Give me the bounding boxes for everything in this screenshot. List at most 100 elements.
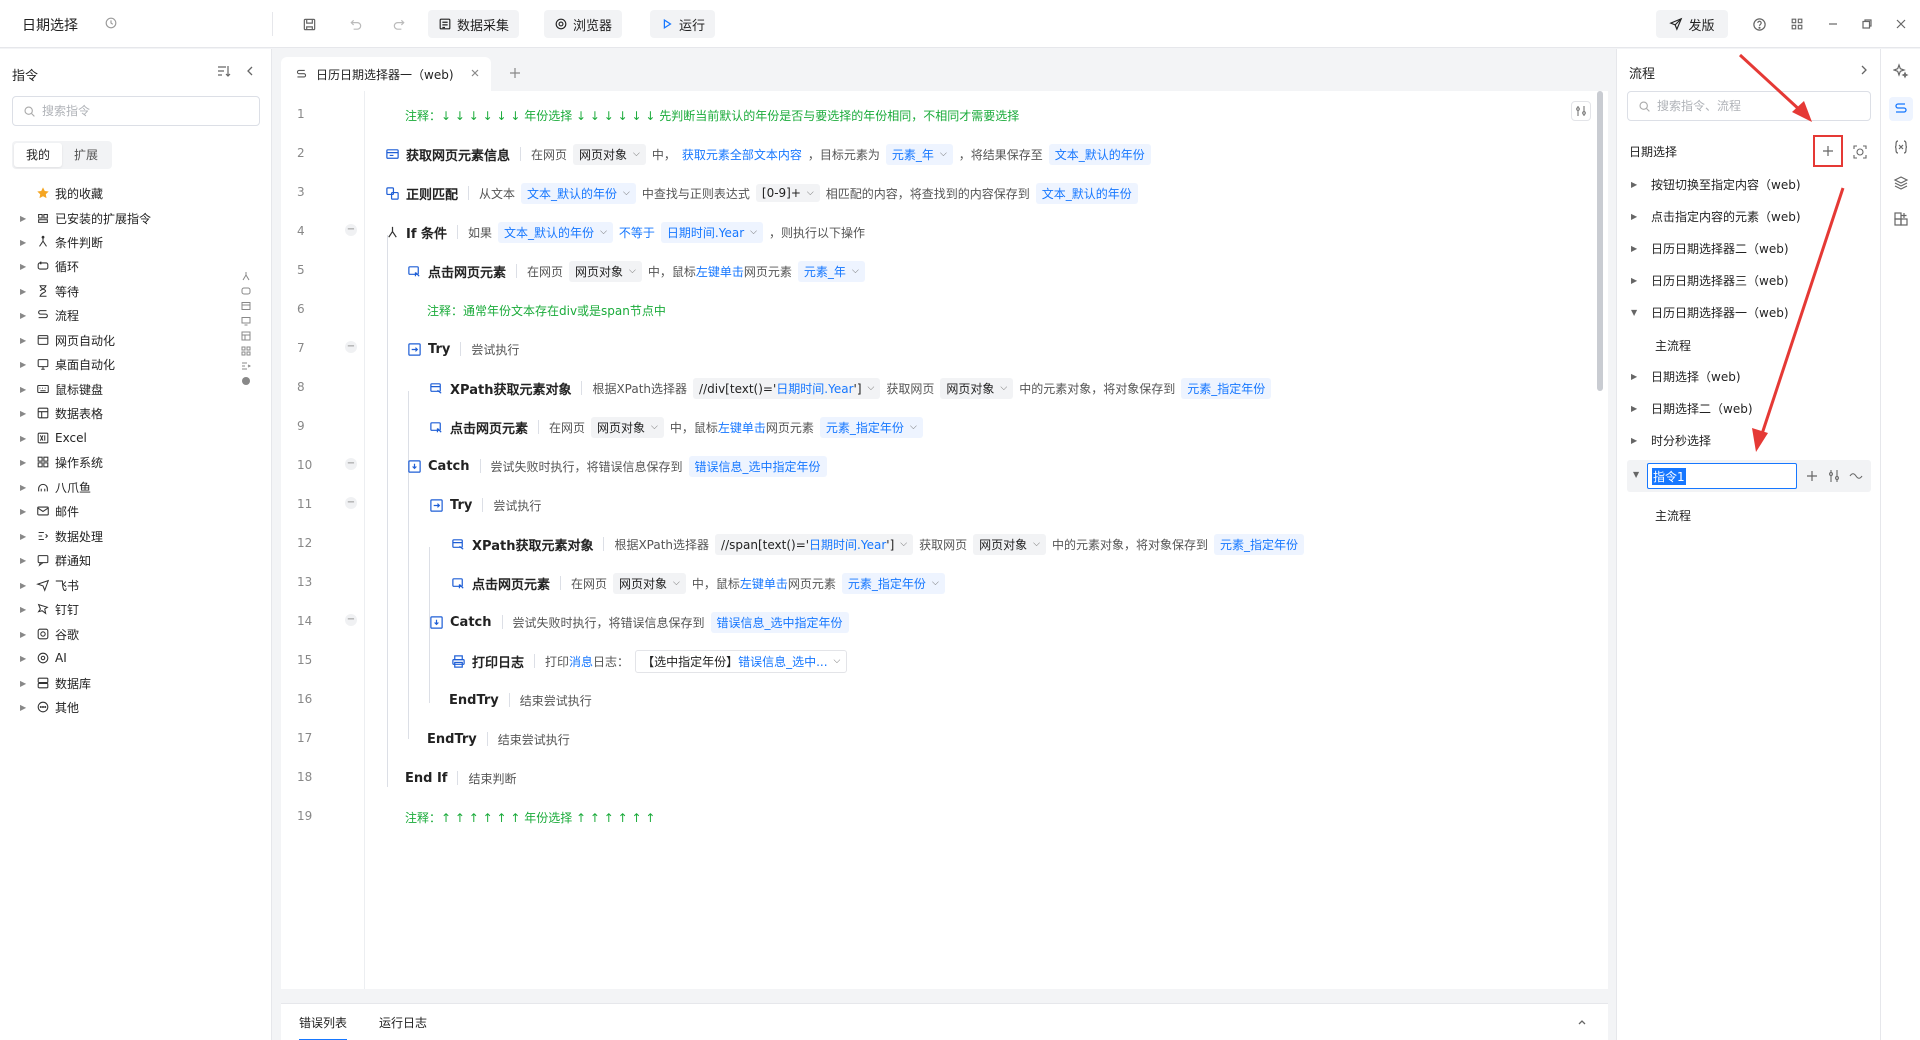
flow-sub-item[interactable]: 主流程 xyxy=(1655,507,1691,524)
param-dropdown[interactable]: [0-9]+ ⌵ xyxy=(755,184,820,202)
desktop-icon[interactable] xyxy=(241,316,251,326)
param-variable[interactable]: 元素_年 ⌵ xyxy=(885,143,953,165)
minimize-icon[interactable] xyxy=(1822,13,1844,35)
chevron-up-icon[interactable] xyxy=(1576,1016,1588,1028)
category-dingtalk[interactable]: ▶ 钉钉 xyxy=(20,600,79,618)
param-option[interactable]: 不等于 xyxy=(619,224,655,241)
flow-item[interactable]: ▶ 日期选择二（web) xyxy=(1631,399,1753,417)
new-flow-row[interactable]: ▼ 指令1 xyxy=(1627,460,1871,492)
flow-item[interactable]: ▶ 时分秒选择 xyxy=(1631,431,1711,449)
fold-toggle[interactable]: − xyxy=(345,224,357,236)
log-message-field[interactable]: 【选中指定年份】错误信息_选中... ⌵ xyxy=(635,649,848,673)
param-dropdown[interactable]: 网页对象 ⌵ xyxy=(591,416,664,438)
param-variable[interactable]: 元素_指定年份 xyxy=(1181,377,1272,399)
collapse-panel-icon[interactable] xyxy=(242,63,258,79)
category-installed-extensions[interactable]: ▶ 已安装的扩展指令 xyxy=(20,209,151,227)
close-window-icon[interactable] xyxy=(1890,13,1912,35)
sort-icon[interactable] xyxy=(216,63,232,79)
add-flow-button[interactable] xyxy=(1813,135,1843,167)
param-dropdown[interactable]: 网页对象 ⌵ xyxy=(613,572,686,594)
param-variable[interactable]: 文本_默认的年份 xyxy=(1035,182,1138,204)
widgets-icon[interactable] xyxy=(1893,211,1909,227)
tab-error-list[interactable]: 错误列表 xyxy=(299,1014,348,1040)
help-icon[interactable] xyxy=(1748,13,1770,35)
command-search-field[interactable] xyxy=(12,96,260,126)
add-tab-icon[interactable] xyxy=(507,65,523,81)
category-web-automation[interactable]: ▶ 网页自动化 xyxy=(20,331,115,349)
param-variable[interactable]: 元素_年 ⌵ xyxy=(797,260,865,282)
undo-icon[interactable] xyxy=(344,13,366,35)
flow-sub-item[interactable]: 主流程 xyxy=(1655,337,1691,354)
browser-button[interactable]: 浏览器 xyxy=(544,10,623,38)
run-button[interactable]: 运行 xyxy=(650,10,716,38)
branch-icon[interactable] xyxy=(241,271,251,281)
more-icon[interactable] xyxy=(1849,469,1863,483)
fold-toggle[interactable]: − xyxy=(345,341,357,353)
param-variable[interactable]: 文本_默认的年份 ⌵ xyxy=(498,221,613,243)
category-wait[interactable]: ▶ 等待 xyxy=(20,282,79,300)
fold-toggle[interactable]: − xyxy=(345,497,357,509)
restore-icon[interactable] xyxy=(1856,13,1878,35)
flow-search-field[interactable] xyxy=(1627,91,1871,121)
category-ai[interactable]: ▶ AI xyxy=(20,649,67,667)
flow-item[interactable]: ▶ 按钮切换至指定内容（web) xyxy=(1631,175,1801,193)
tab-mine[interactable]: 我的 xyxy=(14,143,63,167)
param-dropdown[interactable]: 网页对象 ⌵ xyxy=(569,260,642,282)
variable-icon[interactable] xyxy=(1893,139,1909,155)
xpath-selector[interactable]: //div[text()='日期时间.Year'] ⌵ xyxy=(693,377,881,399)
param-variable[interactable]: 元素_指定年份 xyxy=(1213,533,1304,555)
param-variable[interactable]: 错误信息_选中指定年份 xyxy=(710,611,849,633)
param-variable[interactable]: 文本_默认的年份 ⌵ xyxy=(521,182,636,204)
tab-run-log[interactable]: 运行日志 xyxy=(379,1014,427,1031)
param-option[interactable]: 左键单击 xyxy=(696,263,744,280)
xpath-selector[interactable]: //span[text()='日期时间.Year'] ⌵ xyxy=(715,533,914,555)
code-line[interactable]: 19 注释：↑ ↑ ↑ ↑ ↑ ↑ 年份选择 ↑ ↑ ↑ ↑ ↑ ↑ xyxy=(281,793,1581,841)
param-option[interactable]: 消息 xyxy=(569,653,593,670)
param-variable[interactable]: 元素_指定年份 ⌵ xyxy=(841,572,945,594)
param-variable[interactable]: 日期时间.Year ⌵ xyxy=(660,221,763,243)
param-dropdown[interactable]: 网页对象 ⌵ xyxy=(973,533,1046,555)
data-process-icon[interactable] xyxy=(241,361,251,371)
param-dropdown[interactable]: 网页对象 ⌵ xyxy=(940,377,1014,399)
category-desktop-automation[interactable]: ▶ 桌面自动化 xyxy=(20,355,115,373)
category-loop[interactable]: ▶ 循环 xyxy=(20,257,79,275)
flow-item[interactable]: ▶ 日期选择（web) xyxy=(1631,367,1741,385)
ai-icon[interactable] xyxy=(241,376,251,386)
flow-item[interactable]: ▶ 日历日期选择器二（web) xyxy=(1631,239,1789,257)
category-conditions[interactable]: ▶ 条件判断 xyxy=(20,233,103,251)
flow-name-input[interactable]: 指令1 xyxy=(1647,463,1797,489)
redo-icon[interactable] xyxy=(388,13,410,35)
category-excel[interactable]: ▶ Excel xyxy=(20,429,87,447)
param-variable[interactable]: 错误信息_选中指定年份 xyxy=(688,455,827,477)
web-automation-icon[interactable] xyxy=(241,301,251,311)
publish-button[interactable]: 发版 xyxy=(1656,10,1728,38)
ai-sparkle-icon[interactable] xyxy=(1893,63,1909,79)
plus-icon[interactable] xyxy=(1805,469,1819,483)
category-group-notify[interactable]: ▶ 群通知 xyxy=(20,551,91,569)
fold-toggle[interactable]: − xyxy=(345,458,357,470)
table-icon[interactable] xyxy=(241,331,251,341)
category-favorites[interactable]: 我的收藏 xyxy=(20,184,103,202)
flow-search-input[interactable] xyxy=(1657,99,1857,113)
category-database[interactable]: ▶ 数据库 xyxy=(20,674,91,692)
close-tab-icon[interactable] xyxy=(469,67,481,79)
param-option[interactable]: 左键单击 xyxy=(718,419,766,436)
tab-calendar-picker-one[interactable]: 日历日期选择器一（web) xyxy=(281,57,491,91)
category-mail[interactable]: ▶ 邮件 xyxy=(20,502,79,520)
category-data-table[interactable]: ▶ 数据表格 xyxy=(20,404,103,422)
settings-sliders-icon[interactable] xyxy=(1827,469,1841,483)
apps-grid-icon[interactable] xyxy=(1786,13,1808,35)
param-variable[interactable]: 元素_指定年份 ⌵ xyxy=(819,416,923,438)
scan-icon[interactable] xyxy=(1853,145,1867,159)
save-icon[interactable] xyxy=(298,13,320,35)
history-icon[interactable] xyxy=(104,16,118,30)
param-variable[interactable]: 文本_默认的年份 xyxy=(1048,143,1151,165)
loop-icon[interactable] xyxy=(241,286,251,296)
flow-item[interactable]: ▼ 日历日期选择器一（web) xyxy=(1631,303,1789,321)
command-search-input[interactable] xyxy=(42,104,242,118)
param-option[interactable]: 左键单击 xyxy=(740,575,788,592)
flow-item[interactable]: ▶ 日历日期选择器三（web) xyxy=(1631,271,1789,289)
category-google[interactable]: ▶ 谷歌 xyxy=(20,625,79,643)
layers-icon[interactable] xyxy=(1893,175,1909,191)
flow-item[interactable]: ▶ 点击指定内容的元素（web) xyxy=(1631,207,1801,225)
